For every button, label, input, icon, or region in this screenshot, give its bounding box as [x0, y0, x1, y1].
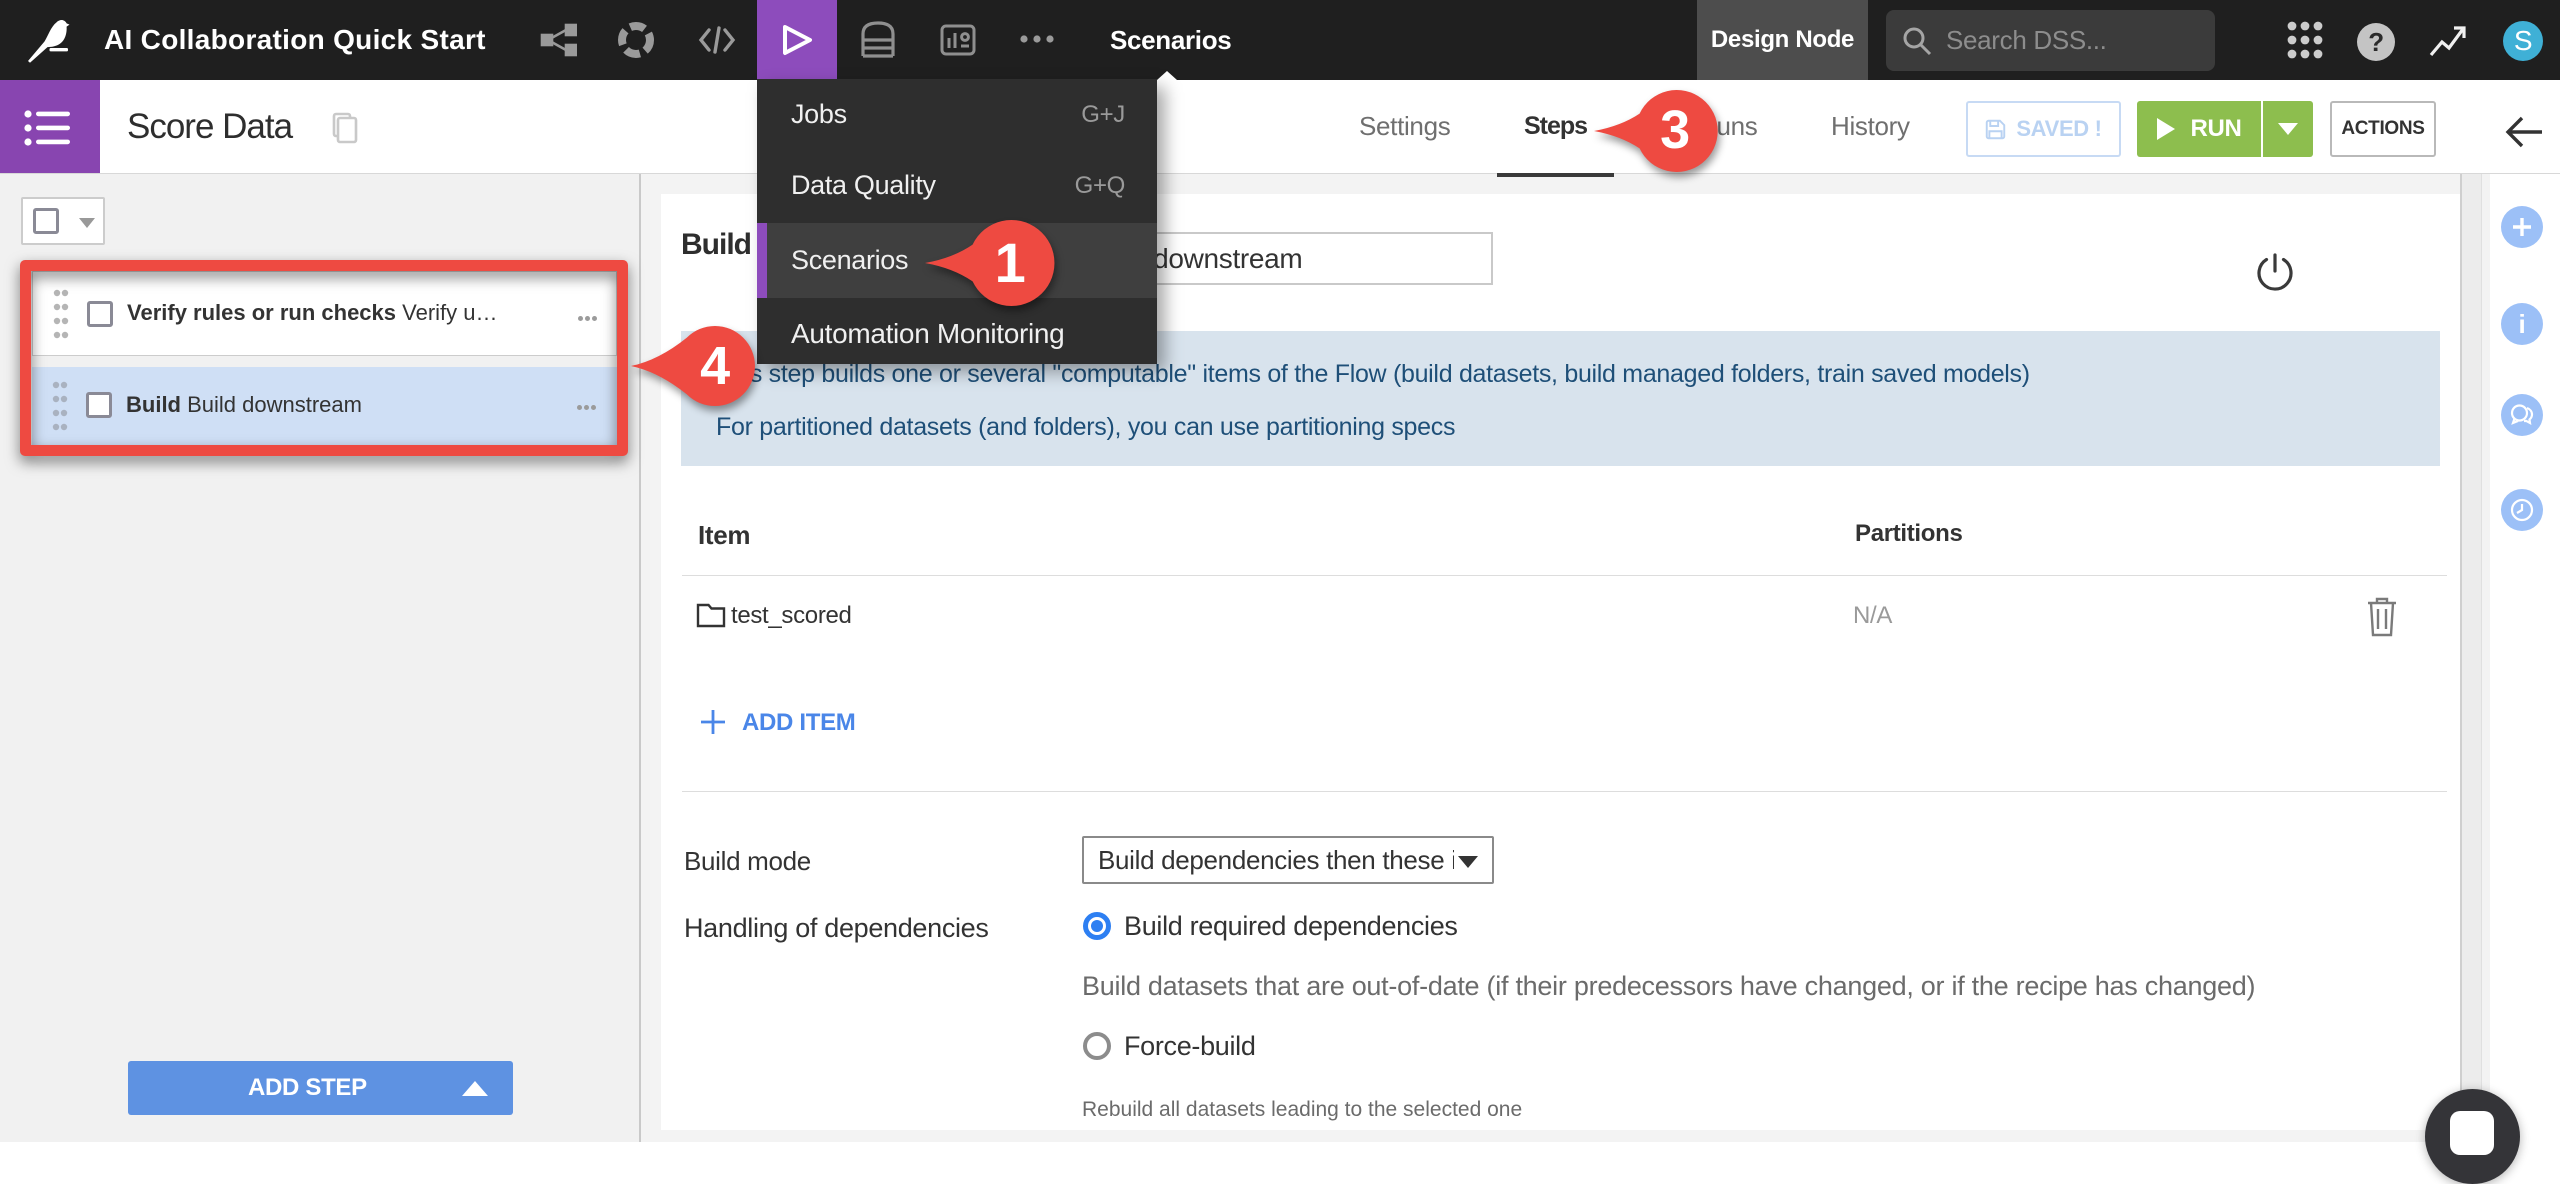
svg-text:4: 4	[700, 336, 730, 396]
svg-text:3: 3	[1660, 100, 1690, 160]
svg-text:1: 1	[995, 231, 1026, 294]
